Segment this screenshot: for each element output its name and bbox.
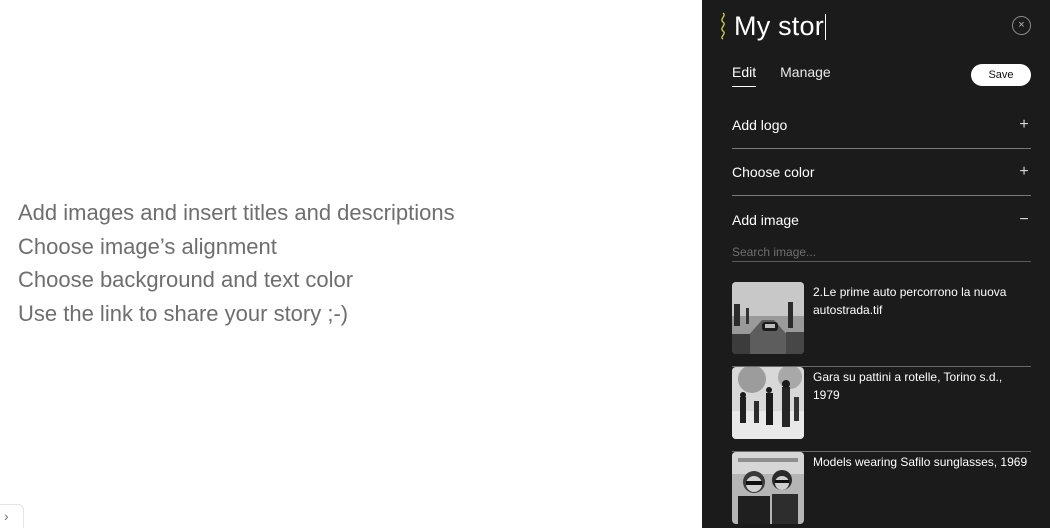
section-add-image[interactable]: Add image − <box>732 196 1031 243</box>
instructions-text: Add images and insert titles and descrip… <box>18 196 455 331</box>
section-label: Add image <box>732 211 799 228</box>
image-caption: 2.Le prime auto percorrono la nuova auto… <box>813 285 1007 317</box>
close-button[interactable]: × <box>1012 16 1031 35</box>
image-caption: Models wearing Safilo sunglasses, 1969 <box>813 455 1028 469</box>
plus-icon: + <box>1019 163 1029 180</box>
instruction-line: Use the link to share your story ;-) <box>18 301 349 327</box>
image-caption: Gara su pattini a rotelle, Torino s.d., … <box>813 370 1003 402</box>
image-results-list: 2.Le prime auto percorrono la nuova auto… <box>732 282 1031 528</box>
story-title-row: My stor <box>718 10 826 42</box>
tab-manage[interactable]: Manage <box>780 64 831 87</box>
instruction-line: Choose image’s alignment <box>18 233 277 259</box>
plus-icon: + <box>1019 116 1029 133</box>
panel-tabs: Edit Manage <box>732 64 855 87</box>
image-result-item[interactable]: 2.Le prime auto percorrono la nuova auto… <box>732 282 1031 367</box>
instruction-line: Add images and insert titles and descrip… <box>18 200 455 225</box>
image-result-item[interactable]: Models wearing Safilo sunglasses, 1969 <box>732 452 1031 528</box>
section-label: Add logo <box>732 117 788 133</box>
section-label: Choose color <box>732 164 815 180</box>
text-caret <box>824 14 826 41</box>
tab-edit[interactable]: Edit <box>732 64 757 87</box>
instruction-line: Choose background and text color <box>18 267 354 293</box>
story-title-text: My stor <box>734 10 824 41</box>
image-search-input[interactable] <box>732 243 1031 262</box>
image-result-item[interactable]: Gara su pattini a rotelle, Torino s.d., … <box>732 367 1031 452</box>
story-editor-panel: My stor × Edit Manage Save Add logo + Ch… <box>702 0 1050 528</box>
image-thumbnail <box>732 452 804 524</box>
section-choose-color[interactable]: Choose color + <box>732 149 1031 196</box>
squiggle-icon <box>721 12 725 40</box>
minus-icon: − <box>1019 210 1029 228</box>
image-thumbnail <box>732 367 804 439</box>
image-thumbnail <box>732 282 804 354</box>
save-button[interactable]: Save <box>971 64 1031 86</box>
sidebar-toggle-button[interactable]: › <box>0 504 24 528</box>
close-icon: × <box>1018 19 1025 31</box>
section-add-logo[interactable]: Add logo + <box>732 102 1031 149</box>
story-title-input[interactable]: My stor <box>734 11 826 42</box>
chevron-right-icon: › <box>4 508 9 524</box>
